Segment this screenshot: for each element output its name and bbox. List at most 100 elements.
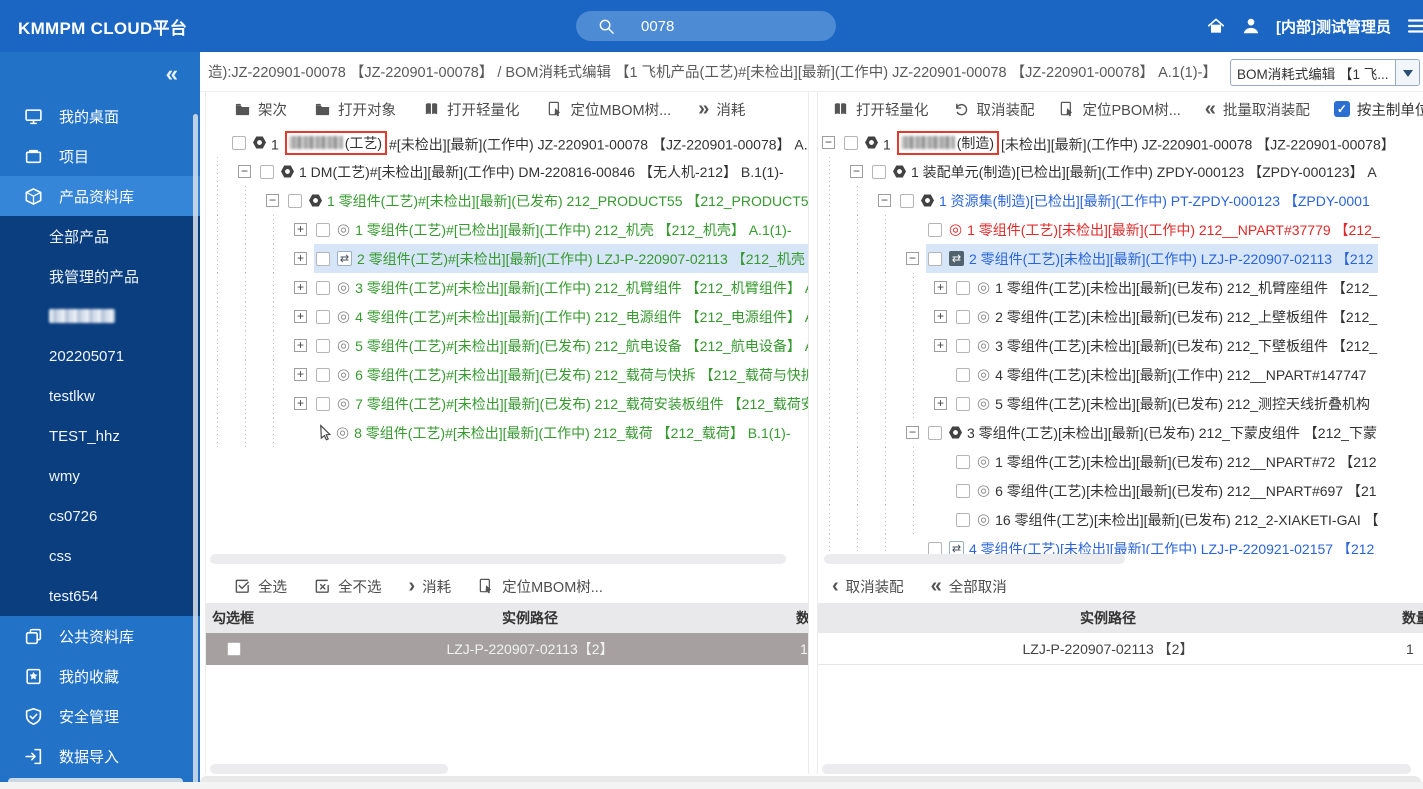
tree-node-body[interactable]: ◎8 零组件(工艺)#[未检出][最新](工作中) 212_载荷 【212_载荷… xyxy=(314,418,796,447)
tree-node-body[interactable]: ◎4 零组件(工艺)[未检出][最新](工作中) 212__NPART#1477… xyxy=(954,360,1371,389)
tree-node-body[interactable]: ◎3 零组件(工艺)[未检出][最新](已发布) 212_下壁板组件 【212_ xyxy=(954,331,1382,360)
node-checkbox[interactable] xyxy=(316,397,330,411)
view-selector-dropdown[interactable]: BOM消耗式编辑 【1 飞... xyxy=(1230,59,1420,86)
sidebar-item-my-desktop[interactable]: 我的桌面 xyxy=(0,96,200,136)
tree-node-body[interactable]: 3 零组件(工艺)[未检出][最新](已发布) 212_下蒙皮组件 【212_下… xyxy=(926,418,1382,447)
home-icon[interactable] xyxy=(1206,16,1226,36)
sidebar-item-product-library[interactable]: 产品资料库 xyxy=(0,176,200,216)
tree-node-body[interactable]: ⇄2 零组件(工艺)[未检出][最新](工作中) LZJ-P-220907-02… xyxy=(926,244,1378,273)
expand-toggle[interactable]: + xyxy=(934,281,947,294)
sidebar-item-test-hhz[interactable]: TEST_hhz xyxy=(0,416,200,456)
sidebar-item-my-favorites[interactable]: 我的收藏 xyxy=(0,656,200,696)
open-lightweight-button[interactable]: 打开轻量化 xyxy=(423,99,520,120)
tree-node-body[interactable]: ◎1 零组件(工艺)[未检出][最新](工作中) 212__NPART#3777… xyxy=(926,215,1385,244)
tree-node-body[interactable]: ◎2 零组件(工艺)[未检出][最新](已发布) 212_上壁板组件 【212_ xyxy=(954,302,1382,331)
global-search[interactable]: 0078 xyxy=(576,11,836,41)
right-tree-horizontal-scrollbar[interactable] xyxy=(822,554,1423,564)
node-checkbox[interactable] xyxy=(956,281,970,295)
tree-node[interactable]: + ◎2 零组件(工艺)[未检出][最新](已发布) 212_上壁板组件 【212… xyxy=(822,302,1423,331)
tree-node-body[interactable]: ◎1 零组件(工艺)#[已检出][最新](工作中) 212_机壳 【212_机壳… xyxy=(314,215,797,244)
open-lightweight-button[interactable]: 打开轻量化 xyxy=(832,99,929,120)
sidebar-item-censored[interactable] xyxy=(0,296,200,336)
expand-toggle[interactable]: + xyxy=(294,397,307,410)
tree-node[interactable]: + ◎1 零组件(工艺)#[已检出][最新](工作中) 212_机壳 【212_机… xyxy=(210,215,808,244)
expand-toggle[interactable]: + xyxy=(294,281,307,294)
node-checkbox[interactable] xyxy=(956,339,970,353)
tree-node-body[interactable]: ◎3 零组件(工艺)#[未检出][最新](工作中) 212_机臂组件 【212_… xyxy=(314,273,808,302)
node-checkbox[interactable] xyxy=(956,368,970,382)
sidebar-item-css[interactable]: css xyxy=(0,536,200,576)
cancel-all-button[interactable]: «全部取消 xyxy=(931,576,1007,597)
tree-node-body[interactable]: 1 (制造)[未检出][最新](工作中) JZ-220901-00078 【JZ… xyxy=(842,128,1400,157)
node-checkbox[interactable] xyxy=(316,252,330,266)
table-row[interactable]: LZJ-P-220907-02113【2】 1 xyxy=(206,633,808,665)
node-checkbox[interactable] xyxy=(956,397,970,411)
expand-toggle[interactable]: + xyxy=(294,252,307,265)
tree-node[interactable]: +◎4 零组件(工艺)#[未检出][最新](工作中) 212_电源组件 【212… xyxy=(210,302,808,331)
node-checkbox[interactable] xyxy=(956,455,970,469)
tree-node[interactable]: +⇄2 零组件(工艺)#[未检出][最新](工作中) LZJ-P-220907-… xyxy=(210,244,808,273)
checkbox-checked-icon[interactable]: ✓ xyxy=(1334,101,1350,117)
node-checkbox[interactable] xyxy=(928,223,942,237)
right-panel-horizontal-scrollbar[interactable] xyxy=(822,764,1423,774)
select-all-button[interactable]: 全选 xyxy=(234,576,287,597)
node-checkbox[interactable] xyxy=(956,310,970,324)
tree-node[interactable]: −1 (制造)[未检出][最新](工作中) JZ-220901-00078 【J… xyxy=(822,128,1423,157)
tree-node-body[interactable]: ◎6 零组件(工艺)[未检出][最新](已发布) 212__NPART#697 … xyxy=(954,476,1382,505)
expand-toggle[interactable]: + xyxy=(934,310,947,323)
tree-node-body[interactable]: ◎16 零组件(工艺)[未检出][最新](已发布) 212_2-XIAKETI-… xyxy=(954,505,1384,534)
sidebar-item-projects[interactable]: 项目 xyxy=(0,136,200,176)
menu-icon[interactable] xyxy=(1406,15,1423,37)
locate-mbom-tree-button[interactable]: 定位MBOM树... xyxy=(547,99,672,120)
table-row[interactable]: LZJ-P-220907-02113 【2】 1 xyxy=(818,633,1423,665)
tree-node-body[interactable]: 1 (工艺)#[未检出][最新](工作中) JZ-220901-00078 【J… xyxy=(230,128,808,157)
locate-pbom-tree-button[interactable]: 定位PBOM树... xyxy=(1059,99,1181,120)
user-icon[interactable] xyxy=(1241,16,1261,36)
tree-node[interactable]: ◎16 零组件(工艺)[未检出][最新](已发布) 212_2-XIAKETI-… xyxy=(822,505,1423,534)
collapse-toggle[interactable]: − xyxy=(850,165,863,178)
deselect-all-button[interactable]: 全不选 xyxy=(314,576,382,597)
expand-toggle[interactable]: + xyxy=(294,339,307,352)
node-checkbox[interactable] xyxy=(232,136,246,150)
tree-node[interactable]: −1 资源集(制造)[已检出][最新](工作中) PT-ZPDY-000123 … xyxy=(822,186,1423,215)
node-checkbox[interactable] xyxy=(316,281,330,295)
tree-node-body[interactable]: 1 资源集(制造)[已检出][最新](工作中) PT-ZPDY-000123 【… xyxy=(898,186,1375,215)
sidebar-collapse-button[interactable]: « xyxy=(0,52,200,96)
tree-node[interactable]: −⇄2 零组件(工艺)[未检出][最新](工作中) LZJ-P-220907-0… xyxy=(822,244,1423,273)
row-checkbox[interactable] xyxy=(227,642,241,656)
tree-node-body[interactable]: ◎6 零组件(工艺)#[未检出][最新](已发布) 212_载荷与快拆 【212… xyxy=(314,360,808,389)
consume-button[interactable]: ›消耗 xyxy=(409,576,452,597)
consume-button[interactable]: »消耗 xyxy=(698,99,745,120)
chevron-down-icon[interactable] xyxy=(1395,60,1419,85)
node-checkbox[interactable] xyxy=(900,194,914,208)
expand-toggle[interactable]: + xyxy=(934,397,947,410)
tree-node[interactable]: +◎7 零组件(工艺)#[未检出][最新](已发布) 212_载荷安装板组件 【… xyxy=(210,389,808,418)
tree-node-body[interactable]: 1 零组件(工艺)#[未检出][最新](已发布) 212_PRODUCT55 【… xyxy=(286,186,808,215)
node-checkbox[interactable] xyxy=(288,194,302,208)
node-checkbox[interactable] xyxy=(260,165,274,179)
tree-node[interactable]: ◎1 零组件(工艺)[未检出][最新](工作中) 212__NPART#3777… xyxy=(822,215,1423,244)
tree-node-body[interactable]: ◎5 零组件(工艺)#[未检出][最新](已发布) 212_航电设备 【212_… xyxy=(314,331,808,360)
current-user-label[interactable]: [内部]测试管理员 xyxy=(1276,16,1391,37)
sidebar-item-all-products[interactable]: 全部产品 xyxy=(0,216,200,256)
node-checkbox[interactable] xyxy=(872,165,886,179)
filter-by-main-unit-checkbox[interactable]: ✓按主制单位过滤 xyxy=(1334,99,1423,120)
tree-node[interactable]: ◎6 零组件(工艺)[未检出][最新](已发布) 212__NPART#697 … xyxy=(822,476,1423,505)
open-object-button[interactable]: 打开对象 xyxy=(314,99,396,120)
node-checkbox[interactable] xyxy=(844,136,858,150)
tree-node-body[interactable]: 1 DM(工艺)#[未检出][最新](工作中) DM-220816-00846 … xyxy=(258,157,789,186)
tree-node[interactable]: + ◎3 零组件(工艺)#[未检出][最新](工作中) 212_机臂组件 【212… xyxy=(210,273,808,302)
sidebar-item-security-management[interactable]: 安全管理 xyxy=(0,696,200,736)
tree-node-body[interactable]: ⇄4 零组件(工艺)[未检出][最新](工作中) LZJ-P-220921-02… xyxy=(926,534,1379,554)
expand-toggle[interactable]: + xyxy=(934,339,947,352)
node-checkbox[interactable] xyxy=(316,223,330,237)
sidebar-item-my-managed-products[interactable]: 我管理的产品 xyxy=(0,256,200,296)
node-checkbox[interactable] xyxy=(928,426,942,440)
collapse-toggle[interactable]: − xyxy=(906,252,919,265)
cancel-assembly-button[interactable]: 取消装配 xyxy=(953,99,1035,120)
sidebar-item-data-import[interactable]: 数据导入 xyxy=(0,736,200,776)
cancel-assembly-button[interactable]: ‹取消装配 xyxy=(832,576,904,597)
tree-node[interactable]: ◎8 零组件(工艺)#[未检出][最新](工作中) 212_载荷 【212_载荷… xyxy=(210,418,808,447)
expand-toggle[interactable]: + xyxy=(294,223,307,236)
tree-node[interactable]: +◎5 零组件(工艺)[未检出][最新](已发布) 212_测控天线折叠机构 xyxy=(822,389,1423,418)
